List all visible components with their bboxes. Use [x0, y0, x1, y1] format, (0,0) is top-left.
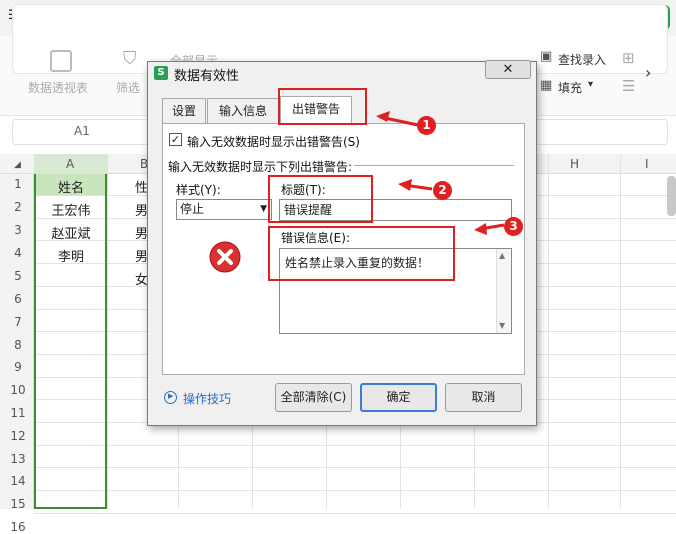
cancel-button[interactable]: 取消	[445, 383, 522, 412]
row-header-11[interactable]: 11	[8, 406, 28, 420]
row-header-14[interactable]: 14	[8, 474, 28, 488]
column-header-i[interactable]: I	[645, 157, 649, 171]
vertical-scrollbar[interactable]	[667, 176, 676, 216]
column-header-h[interactable]: H	[570, 157, 579, 171]
scroll-up-icon[interactable]: ▲	[499, 251, 505, 260]
row-header-1[interactable]: 1	[8, 177, 28, 191]
show-error-checkbox[interactable]: ✓	[169, 133, 182, 146]
annotation-badge-2: 2	[433, 181, 452, 200]
cell-b1[interactable]: 性	[108, 177, 148, 196]
row-header-8[interactable]: 8	[8, 338, 28, 352]
row-header-5[interactable]: 5	[8, 269, 28, 283]
row-header-9[interactable]: 9	[8, 360, 28, 374]
clear-all-button[interactable]: 全部清除(C)	[275, 383, 352, 412]
tab-settings[interactable]: 设置	[162, 98, 206, 123]
lookup-entry-button[interactable]: 查找录入	[558, 51, 606, 68]
dropdown-arrow-icon: ▼	[260, 204, 267, 214]
chevron-down-icon[interactable]: ▾	[588, 79, 593, 90]
cell-b5[interactable]: 女	[108, 269, 148, 288]
style-select-value: 停止	[180, 202, 205, 216]
ribbon-scroll-right-icon[interactable]: ›	[645, 63, 651, 82]
play-triangle-icon: ▶	[168, 392, 174, 400]
cell-a4[interactable]: 李明	[36, 246, 106, 265]
tab-input-message[interactable]: 输入信息	[207, 98, 279, 123]
annotation-badge-3: 3	[504, 217, 523, 236]
cell-b4[interactable]: 男	[108, 246, 148, 265]
column-header-a[interactable]: A	[66, 157, 74, 171]
row-header-6[interactable]: 6	[8, 292, 28, 306]
select-all-icon[interactable]: ◢	[14, 160, 21, 170]
cell-b3[interactable]: 男	[108, 223, 148, 242]
ok-button[interactable]: 确定	[360, 383, 437, 412]
style-label: 样式(Y):	[176, 183, 221, 197]
pivot-table-icon	[50, 50, 72, 72]
grid-row-line	[34, 512, 676, 514]
annotation-box-1	[278, 88, 367, 125]
section-label: 输入无效数据时显示下列出错警告:	[168, 160, 353, 174]
stop-error-icon	[209, 241, 241, 273]
layout-icon[interactable]: ☰	[622, 77, 635, 95]
pivot-table-button[interactable]: 数据透视表	[28, 79, 88, 96]
grid-row-line	[34, 444, 676, 446]
tips-link[interactable]: 操作技巧	[183, 390, 231, 407]
filter-button[interactable]: 筛选	[116, 79, 140, 96]
cell-a3[interactable]: 赵亚斌	[36, 223, 106, 242]
grid-col-line	[548, 154, 549, 509]
app-logo-icon: S	[154, 66, 168, 80]
cell-a2[interactable]: 王宏伟	[36, 200, 106, 219]
row-header-12[interactable]: 12	[8, 429, 28, 443]
style-select[interactable]: 停止 ▼	[176, 199, 272, 220]
annotation-badge-1: 1	[417, 116, 436, 135]
add-icon[interactable]: ⊞	[622, 49, 635, 67]
grid-row-line	[34, 467, 676, 469]
dialog-title: 数据有效性	[174, 69, 240, 84]
row-header-7[interactable]: 7	[8, 315, 28, 329]
grid-col-line	[620, 154, 621, 509]
scroll-down-icon[interactable]: ▼	[499, 321, 505, 330]
row-header-3[interactable]: 3	[8, 223, 28, 237]
lookup-icon: ▣	[540, 49, 553, 64]
fill-icon: ▦	[540, 78, 553, 93]
cell-a1[interactable]: 姓名	[36, 177, 106, 196]
close-icon: ✕	[502, 62, 514, 77]
row-header-16[interactable]: 16	[8, 520, 28, 534]
annotation-arrows	[376, 111, 505, 235]
name-box[interactable]: A1	[74, 124, 90, 138]
close-button[interactable]: ✕	[485, 60, 531, 79]
show-error-checkbox-label: 输入无效数据时显示出错警告(S)	[187, 135, 360, 149]
cell-b2[interactable]: 男	[108, 200, 148, 219]
filter-icon: ⛉	[123, 48, 137, 69]
row-header-2[interactable]: 2	[8, 200, 28, 214]
grid-row-line	[34, 490, 676, 492]
annotation-box-2	[268, 175, 373, 223]
row-header-13[interactable]: 13	[8, 452, 28, 466]
fill-button[interactable]: 填充	[558, 79, 582, 96]
row-header-4[interactable]: 4	[8, 246, 28, 260]
row-header-10[interactable]: 10	[8, 383, 28, 397]
